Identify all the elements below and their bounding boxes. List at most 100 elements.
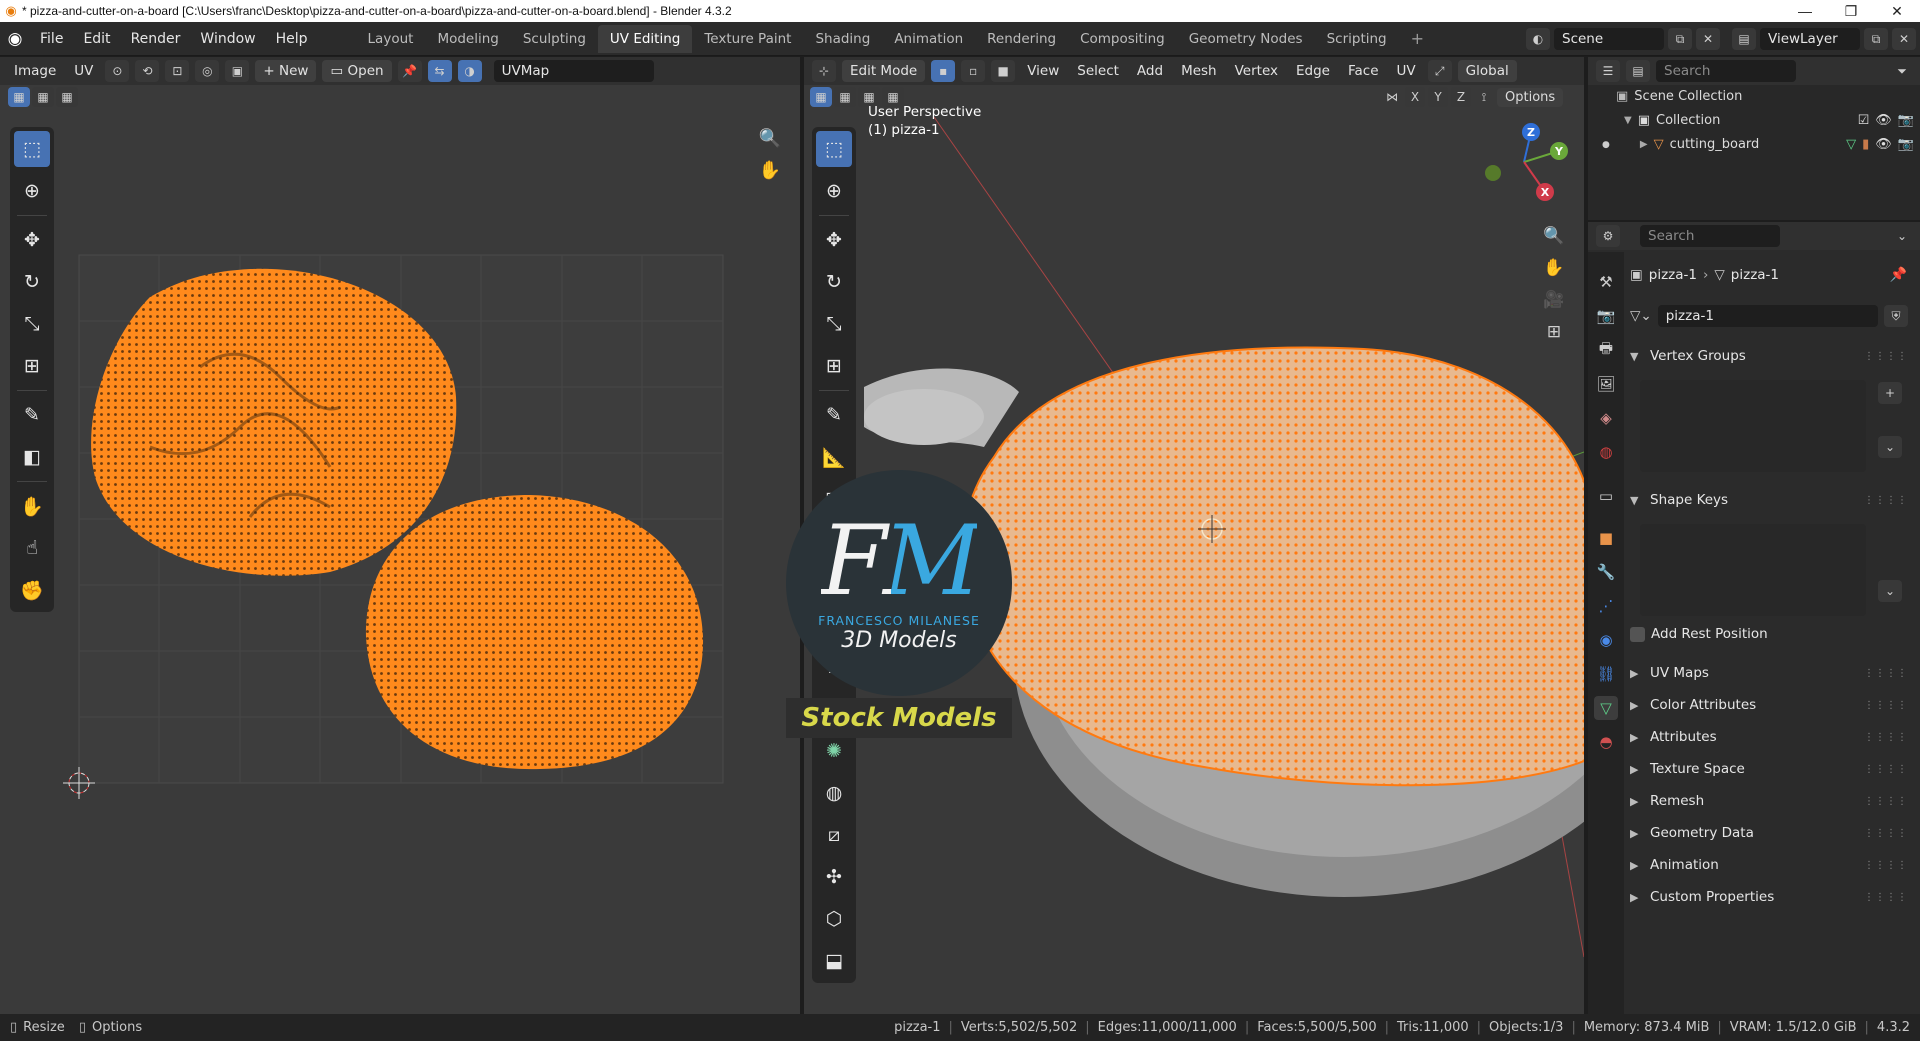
image-browse-icon[interactable]: ▣ bbox=[225, 60, 250, 82]
outliner-search[interactable]: Search bbox=[1656, 60, 1796, 82]
drag-handle-icon[interactable]: ⋮⋮⋮⋮ bbox=[1864, 351, 1908, 362]
select-subtract-icon[interactable]: ▦ bbox=[56, 87, 78, 107]
zoom-icon[interactable]: 🔍 bbox=[758, 127, 782, 149]
view-layer-new-icon[interactable]: ⧉ bbox=[1864, 28, 1888, 50]
new-image-button[interactable]: + New bbox=[255, 60, 317, 82]
outliner-type-icon[interactable]: ☰ bbox=[1596, 60, 1620, 82]
geometry-data-header[interactable]: ▶ Geometry Data ⋮⋮⋮⋮ bbox=[1630, 819, 1908, 847]
properties-dropdown-icon[interactable]: ⌄ bbox=[1890, 225, 1914, 247]
cursor-tool-icon[interactable]: ⊕ bbox=[14, 173, 50, 209]
scene-tab-icon[interactable]: ◈ bbox=[1594, 406, 1618, 430]
custom-properties-header[interactable]: ▶ Custom Properties ⋮⋮⋮⋮ bbox=[1630, 883, 1908, 911]
outliner-row-cutting-board[interactable]: ● ▶ ▽ cutting_board ▽ ▮ 👁 📷 bbox=[1602, 137, 1914, 152]
scene-new-icon[interactable]: ⧉ bbox=[1668, 28, 1692, 50]
ortho-toggle-icon[interactable]: ⊞ bbox=[1542, 321, 1566, 343]
tab-scripting[interactable]: Scripting bbox=[1315, 25, 1399, 53]
properties-type-icon[interactable]: ⚙ bbox=[1596, 225, 1620, 247]
scale-tool-icon[interactable]: ⤡ bbox=[14, 306, 50, 342]
shape-keys-list[interactable] bbox=[1640, 524, 1866, 616]
properties-search[interactable]: Search bbox=[1640, 225, 1780, 247]
tab-sculpting[interactable]: Sculpting bbox=[511, 25, 598, 53]
vp-scale-tool-icon[interactable]: ⤡ bbox=[816, 306, 852, 342]
pinch-tool-icon[interactable]: ✊ bbox=[14, 572, 50, 608]
view-layer-tab-icon[interactable]: 🖼 bbox=[1594, 372, 1618, 396]
world-tab-icon[interactable]: ◍ bbox=[1594, 440, 1618, 464]
proportional-edit-icon[interactable]: ◎ bbox=[195, 60, 220, 82]
menu-uv-3d[interactable]: UV bbox=[1391, 63, 1422, 79]
maximize-button[interactable]: ❐ bbox=[1828, 3, 1874, 20]
menu-vertex[interactable]: Vertex bbox=[1229, 63, 1284, 79]
tab-texture-paint[interactable]: Texture Paint bbox=[692, 25, 803, 53]
add-vertex-group-icon[interactable]: + bbox=[1878, 382, 1902, 404]
drag-handle-icon[interactable]: ⋮⋮⋮⋮ bbox=[1864, 828, 1908, 839]
uvmap-field[interactable]: UVMap bbox=[493, 60, 654, 82]
navigation-gizmo[interactable]: Z Y X bbox=[1479, 117, 1569, 207]
vp-smooth-tool-icon[interactable]: ◍ bbox=[816, 775, 852, 811]
tab-modeling[interactable]: Modeling bbox=[425, 25, 510, 53]
vertex-group-menu-icon[interactable]: ⌄ bbox=[1878, 436, 1902, 458]
select-extend-icon[interactable]: ▦ bbox=[32, 87, 54, 107]
annotate-tool-icon[interactable]: ✎ bbox=[14, 397, 50, 433]
menu-help[interactable]: Help bbox=[266, 31, 318, 47]
menu-view[interactable]: View bbox=[1021, 63, 1065, 79]
view-layer-icon[interactable]: ▤ bbox=[1732, 28, 1756, 50]
uv-sync-icon[interactable]: ⇆ bbox=[427, 60, 452, 82]
modifier-tab-icon[interactable]: 🔧 bbox=[1594, 560, 1618, 584]
vertex-groups-list[interactable] bbox=[1640, 380, 1866, 472]
physics-tab-icon[interactable]: ◉ bbox=[1594, 628, 1618, 652]
rotate-tool-icon[interactable]: ↻ bbox=[14, 264, 50, 300]
drag-handle-icon[interactable]: ⋮⋮⋮⋮ bbox=[1864, 668, 1908, 679]
mirror-z-toggle[interactable]: Z bbox=[1451, 87, 1471, 107]
color-attributes-header[interactable]: ▶ Color Attributes ⋮⋮⋮⋮ bbox=[1630, 691, 1908, 719]
outliner-filter-icon[interactable]: ⏷ bbox=[1890, 60, 1914, 82]
eye-icon[interactable]: 👁 bbox=[1875, 137, 1892, 152]
add-rest-position-checkbox[interactable] bbox=[1630, 626, 1645, 642]
relax-tool-icon[interactable]: ☝ bbox=[14, 530, 50, 566]
menu-edit[interactable]: Edit bbox=[73, 31, 120, 47]
material-tab-icon[interactable]: ◓ bbox=[1594, 730, 1618, 754]
vp-edge-slide-tool-icon[interactable]: ⧄ bbox=[816, 817, 852, 853]
move-tool-icon[interactable]: ✥ bbox=[14, 222, 50, 258]
texture-space-header[interactable]: ▶ Texture Space ⋮⋮⋮⋮ bbox=[1630, 755, 1908, 783]
vp-move-tool-icon[interactable]: ✥ bbox=[816, 222, 852, 258]
orientation-icon[interactable]: ⤢ bbox=[1427, 60, 1452, 82]
vp-select-box-tool-icon[interactable]: ⬚ bbox=[816, 131, 852, 167]
fake-user-icon[interactable]: ⛨ bbox=[1884, 305, 1908, 327]
drag-handle-icon[interactable]: ⋮⋮⋮⋮ bbox=[1864, 495, 1908, 506]
tab-uv-editing[interactable]: UV Editing bbox=[597, 24, 693, 53]
menu-select[interactable]: Select bbox=[1071, 63, 1125, 79]
expand-chevron-icon[interactable]: ▼ bbox=[1624, 115, 1632, 126]
menu-add[interactable]: Add bbox=[1131, 63, 1169, 79]
open-image-button[interactable]: ▭ Open bbox=[322, 60, 392, 82]
menu-render[interactable]: Render bbox=[121, 31, 191, 47]
pan-icon[interactable]: ✋ bbox=[758, 159, 782, 181]
checkbox-icon[interactable]: ☑ bbox=[1858, 113, 1870, 128]
shape-keys-header[interactable]: ▼ Shape Keys ⋮⋮⋮⋮ bbox=[1630, 486, 1908, 514]
close-button[interactable]: ✕ bbox=[1874, 3, 1920, 20]
vp-cursor-tool-icon[interactable]: ⊕ bbox=[816, 173, 852, 209]
drag-handle-icon[interactable]: ⋮⋮⋮⋮ bbox=[1864, 700, 1908, 711]
view-layer-field[interactable]: ViewLayer bbox=[1760, 28, 1860, 50]
menu-mesh[interactable]: Mesh bbox=[1175, 63, 1223, 79]
grab-tool-icon[interactable]: ✋ bbox=[14, 488, 50, 524]
drag-handle-icon[interactable]: ⋮⋮⋮⋮ bbox=[1864, 764, 1908, 775]
vp-measure-tool-icon[interactable]: 📐 bbox=[816, 439, 852, 475]
tab-shading[interactable]: Shading bbox=[803, 25, 882, 53]
uv-maps-header[interactable]: ▶ UV Maps ⋮⋮⋮⋮ bbox=[1630, 659, 1908, 687]
transform-tool-icon[interactable]: ⊞ bbox=[14, 348, 50, 384]
view-layer-delete-icon[interactable]: ✕ bbox=[1892, 28, 1916, 50]
menu-image[interactable]: Image bbox=[8, 63, 62, 79]
vp-pan-icon[interactable]: ✋ bbox=[1542, 257, 1566, 279]
object-tab-icon[interactable]: ■ bbox=[1594, 526, 1618, 550]
menu-face[interactable]: Face bbox=[1342, 63, 1385, 79]
menu-edge[interactable]: Edge bbox=[1290, 63, 1336, 79]
outliner-row-scene-collection[interactable]: ▣ Scene Collection bbox=[1616, 89, 1742, 104]
auto-merge-icon[interactable]: ⟟ bbox=[1474, 87, 1494, 107]
blender-menu-icon[interactable]: ◉ bbox=[0, 29, 30, 49]
constraints-tab-icon[interactable]: ⛓ bbox=[1594, 662, 1618, 686]
outliner-row-collection[interactable]: ▼ ▣ Collection ☑ 👁 📷 bbox=[1624, 113, 1914, 128]
camera-view-icon[interactable]: 🎥 bbox=[1542, 289, 1566, 311]
vertex-groups-header[interactable]: ▼ Vertex Groups ⋮⋮⋮⋮ bbox=[1630, 342, 1908, 370]
vp-spin-tool-icon[interactable]: ✺ bbox=[816, 733, 852, 769]
vp-select-extend-icon[interactable]: ▦ bbox=[834, 87, 856, 107]
